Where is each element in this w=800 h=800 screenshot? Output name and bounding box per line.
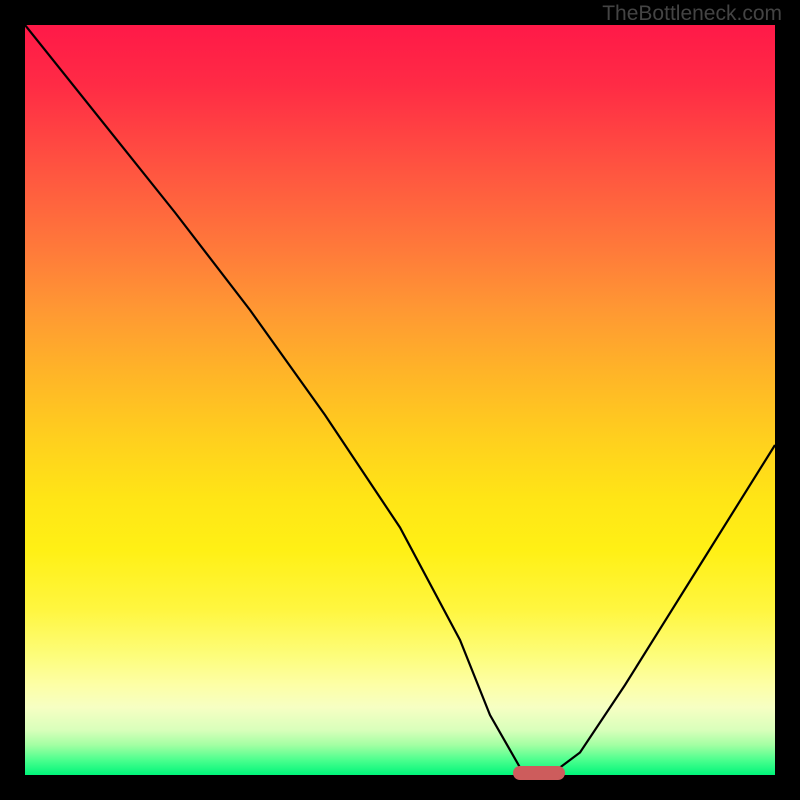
bottleneck-curve [25, 25, 775, 775]
watermark-text: TheBottleneck.com [602, 2, 782, 26]
optimal-range-marker [513, 766, 566, 780]
chart-plot-area [25, 25, 775, 775]
